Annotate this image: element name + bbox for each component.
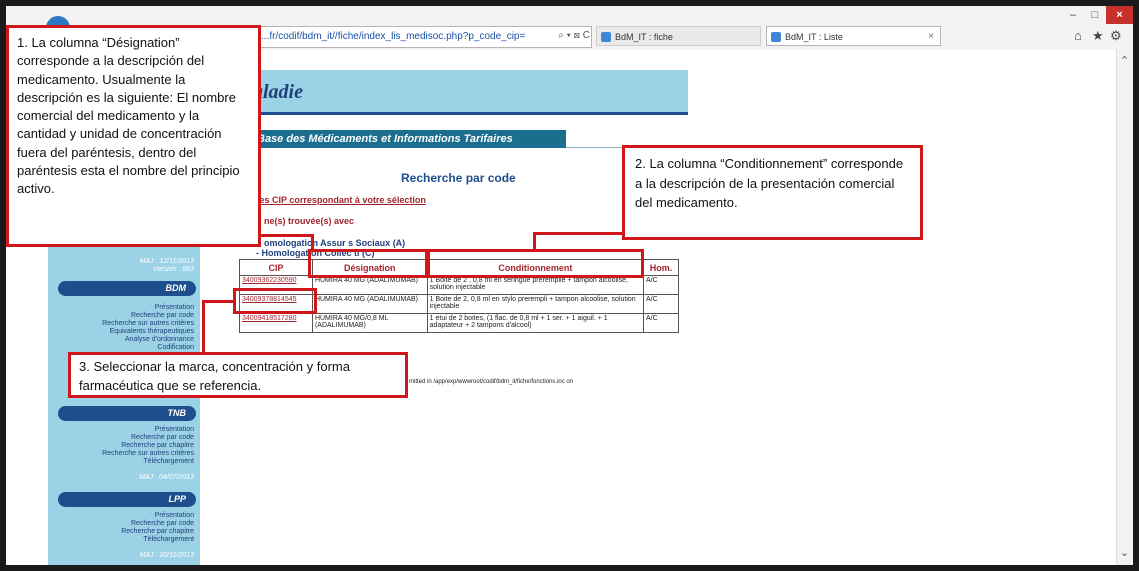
connector-line xyxy=(261,234,312,237)
tnb-heading: TNB xyxy=(58,406,196,421)
sidebar-item[interactable]: Recherche par code xyxy=(131,312,194,320)
list-label: des CIP correspondant à votre sélection xyxy=(254,195,426,205)
vertical-scrollbar[interactable]: ⌃ ⌄ xyxy=(1116,50,1133,565)
designation-cell: HUMIRA 40 MG/0,8 ML (ADALIMUMAB) xyxy=(311,313,428,333)
site-subnav[interactable]: Base des Médicaments et Informations Tar… xyxy=(251,130,566,148)
close-tab-icon[interactable]: × xyxy=(928,27,934,45)
conditionnement-cell: 1 etui de 2 boites, (1 flac. de 0,8 ml +… xyxy=(426,313,645,333)
designation-cell: HUMIRA 40 MG (ADALIMUMAB) xyxy=(311,275,428,295)
sidebar-item[interactable]: Présentation xyxy=(155,304,194,312)
tab-liste[interactable]: BdM_IT : Liste × xyxy=(766,26,941,46)
connector-line xyxy=(202,300,235,303)
sidebar-maj: MAJ : 04/07/2013 xyxy=(139,474,194,481)
conditionnement-cell: 1 Boite de 2, 0,8 ml en stylo prerempli … xyxy=(426,294,645,314)
sidebar-item[interactable]: Recherche par code xyxy=(131,434,194,442)
maximize-button[interactable]: □ xyxy=(1084,6,1106,24)
hom-cell: A/C xyxy=(643,313,679,333)
sidebar-maj: MAJ : 12/11/2013 xyxy=(139,258,194,265)
cip-link[interactable]: 34009418517280 xyxy=(239,313,313,333)
sidebar-item[interactable]: Présentation xyxy=(155,512,194,520)
lpp-heading: LPP xyxy=(58,492,196,507)
sidebar-item[interactable]: Recherche par code xyxy=(131,520,194,528)
scroll-down-icon[interactable]: ⌄ xyxy=(1120,546,1129,559)
gear-icon[interactable]: ⚙ xyxy=(1110,28,1122,44)
conditionnement-header-highlight xyxy=(427,249,644,278)
connector-line xyxy=(533,232,624,235)
home-icon[interactable]: ⌂ xyxy=(1074,28,1082,43)
favicon-icon xyxy=(601,32,611,42)
sidebar-item[interactable]: Equivalents thérapeutiques xyxy=(110,328,194,336)
sidebar-version: Version : 863 xyxy=(153,266,194,273)
screenshot-frame: ...fr/codif/bdm_it//fiche/index_lis_medi… xyxy=(6,6,1133,565)
annotation-select: 3. Seleccionar la marca, concentración y… xyxy=(68,352,408,398)
bdm-heading: BDM xyxy=(58,281,196,296)
page-title: Recherche par code xyxy=(401,171,516,185)
tab-fiche[interactable]: BdM_IT : fiche xyxy=(596,26,761,46)
table-row: 34009418517280 HUMIRA 40 MG/0,8 ML (ADAL… xyxy=(239,313,679,333)
sidebar-item[interactable]: Recherche sur autres critères xyxy=(102,320,194,328)
col-cip: CIP xyxy=(239,259,313,276)
found-label: ne(s) trouvée(s) avec xyxy=(264,216,355,226)
homologation-a: omologation Assur s Sociaux (A) xyxy=(264,238,406,248)
star-icon[interactable]: ★ xyxy=(1092,28,1104,44)
sidebar-maj: MAJ : 20/11/2013 xyxy=(139,552,194,559)
scroll-up-icon[interactable]: ⌃ xyxy=(1120,54,1129,67)
designation-cell: HUMIRA 40 MG (ADALIMUMAB) xyxy=(311,294,428,314)
sidebar-item[interactable]: Présentation xyxy=(155,426,194,434)
tab-label: BdM_IT : fiche xyxy=(615,32,673,42)
col-hom: Hom. xyxy=(643,259,679,276)
tab-label: BdM_IT : Liste xyxy=(785,32,843,42)
connector-line xyxy=(202,300,205,354)
sidebar-item[interactable]: Téléchargement xyxy=(143,458,194,466)
close-window-button[interactable]: × xyxy=(1106,6,1133,24)
sidebar-item[interactable]: Recherche par chapitre xyxy=(121,442,194,450)
annotation-conditionnement: 2. La columna “Conditionnement” correspo… xyxy=(622,145,923,240)
hom-cell: A/C xyxy=(643,294,679,314)
hom-cell: A/C xyxy=(643,275,679,295)
connector-line xyxy=(311,234,314,251)
sidebar-item[interactable]: Recherche par chapitre xyxy=(121,528,194,536)
sidebar-item[interactable]: Analyse d'ordonnance xyxy=(125,336,194,344)
sidebar-item[interactable]: Recherche sur autres critères xyxy=(102,450,194,458)
sidebar-item[interactable]: Téléchargement xyxy=(143,536,194,544)
favicon-icon xyxy=(771,32,781,42)
address-tools[interactable]: ⌕ ▾ ⊠ C xyxy=(540,26,593,46)
cip-row-highlight xyxy=(233,288,317,314)
minimize-button[interactable]: – xyxy=(1062,6,1084,24)
sidebar-item[interactable]: Codification xyxy=(157,344,194,352)
conditionnement-cell: 1 Boite de 2 , 0,8 ml en seringue prérem… xyxy=(426,275,645,295)
designation-header-highlight xyxy=(308,249,428,278)
annotation-designation: 1. La columna “Désignation” corresponde … xyxy=(6,25,261,247)
